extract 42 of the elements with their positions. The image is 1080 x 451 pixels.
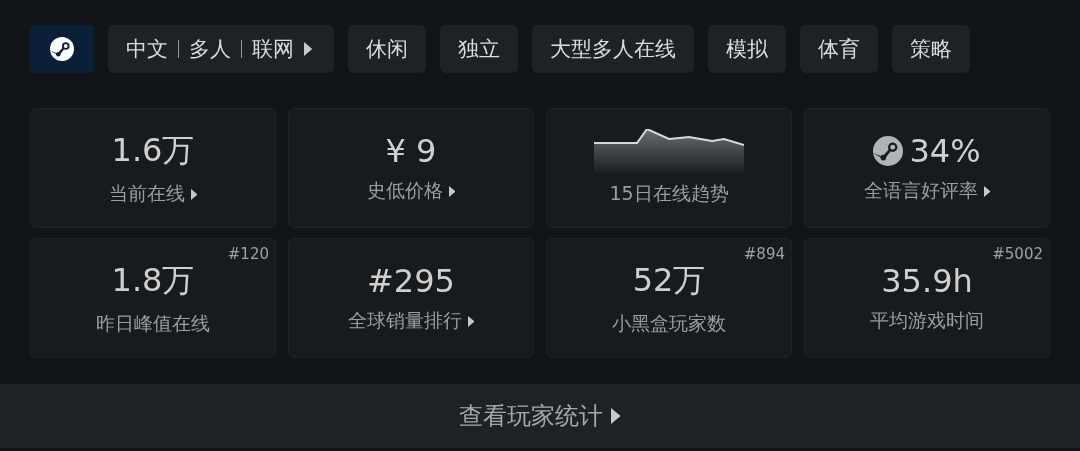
caret-icon (467, 315, 475, 327)
tag-chip[interactable]: 体育 (800, 25, 879, 73)
tag-label[interactable]: 联网 (252, 35, 294, 63)
caret-icon (190, 188, 198, 200)
stat-card[interactable]: ¥ 9 史低价格 (288, 108, 534, 228)
stat-value: 35.9h (881, 262, 973, 300)
stat-value: #295 (367, 262, 455, 300)
rank-label: #894 (743, 245, 785, 263)
stat-label[interactable]: 史低价格 (366, 178, 443, 204)
stat-value: 52万 (632, 260, 706, 301)
stat-label: 15日在线趋势 (609, 181, 729, 206)
caret-icon (983, 185, 991, 197)
stat-card[interactable]: 1.6万 当前在线 (30, 108, 276, 228)
caret-icon (448, 185, 456, 197)
rank-label: #5002 (992, 245, 1043, 263)
rank-label: #120 (227, 245, 269, 263)
steam-logo-icon (873, 136, 904, 166)
stat-value: 1.6万 (111, 130, 195, 171)
player-stats-link[interactable]: 查看玩家统计 (453, 399, 627, 433)
steam-tile[interactable] (30, 25, 94, 73)
tag-chip[interactable]: 模拟 (708, 25, 787, 73)
stat-label[interactable]: 当前在线 (108, 181, 185, 207)
stat-value: 34% (909, 132, 981, 170)
stat-label: 小黑盒玩家数 (612, 311, 726, 336)
stat-label: 昨日峰值在线 (96, 311, 210, 336)
tag-chip[interactable]: 策略 (892, 25, 971, 73)
stat-card[interactable]: 34% 全语言好评率 (804, 108, 1050, 228)
stat-value: 1.8万 (111, 260, 195, 301)
steam-logo-icon (50, 37, 74, 61)
tag-label[interactable]: 中文 (126, 35, 168, 63)
tag-label[interactable]: 多人 (189, 35, 231, 63)
stat-value: ¥ 9 (385, 132, 437, 170)
stat-label: 平均游戏时间 (870, 308, 984, 333)
tag-chip[interactable]: 中文 多人 联网 (108, 25, 335, 73)
stat-label[interactable]: 全球销量排行 (347, 308, 462, 334)
caret-icon (304, 42, 313, 56)
tag-chip[interactable]: 大型多人在线 (532, 25, 695, 73)
caret-icon (611, 408, 621, 424)
tag-chip[interactable]: 独立 (440, 25, 519, 73)
stat-card[interactable]: #295 全球销量排行 (288, 238, 534, 358)
stat-label[interactable]: 全语言好评率 (863, 178, 978, 204)
tag-chip[interactable]: 休闲 (348, 25, 427, 73)
